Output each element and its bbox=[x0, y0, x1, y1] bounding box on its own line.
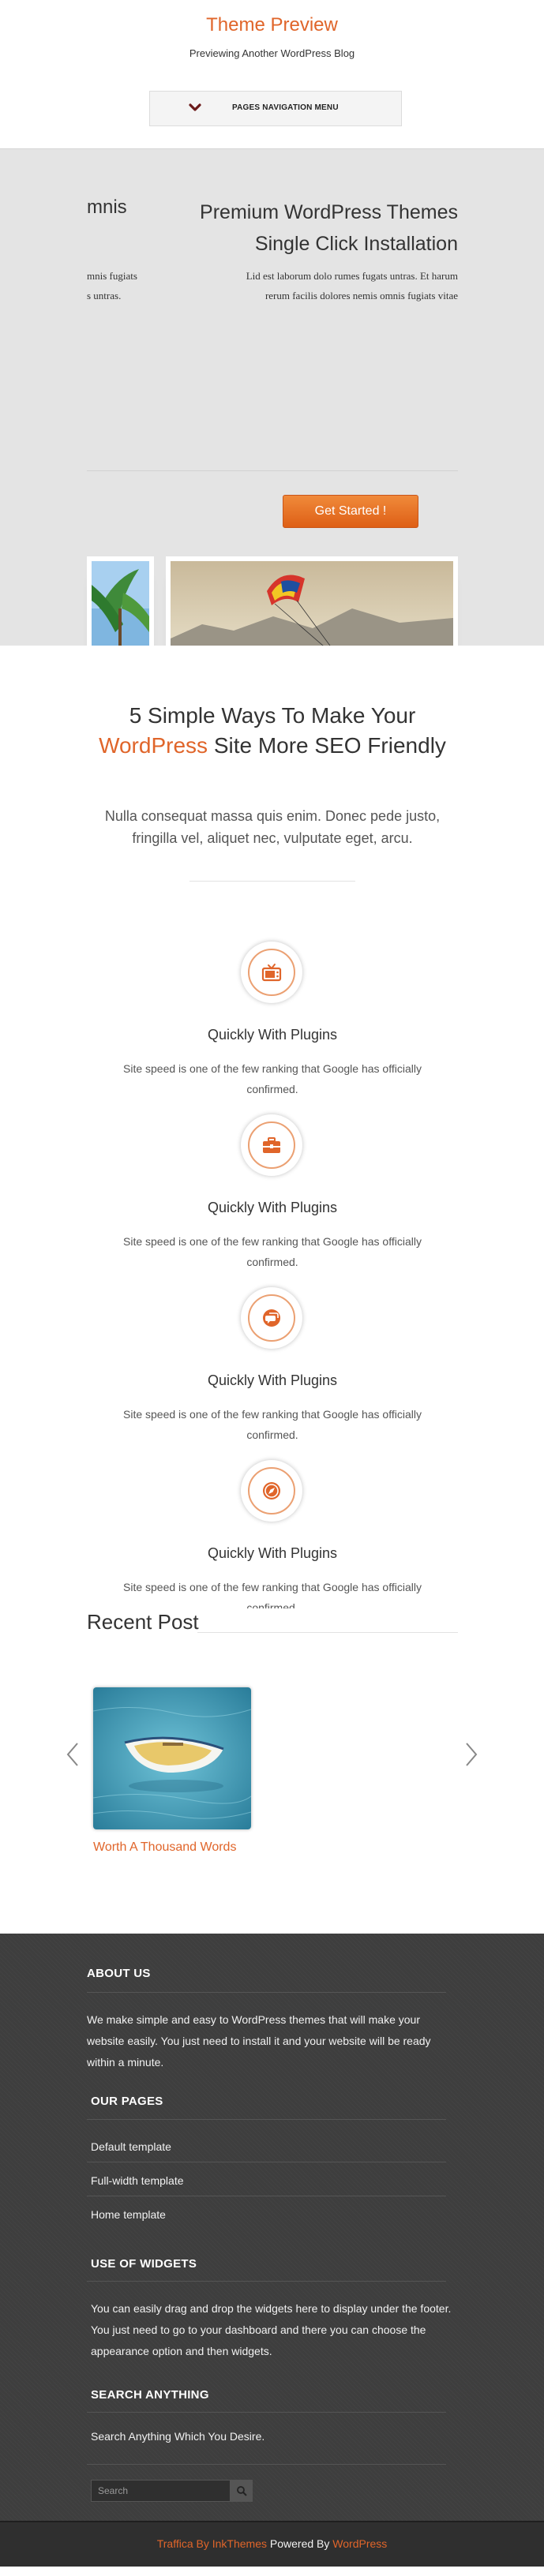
page-link-home-template[interactable]: Home template bbox=[91, 2208, 166, 2221]
features-title: 5 Simple Ways To Make Your WordPress Sit… bbox=[87, 701, 458, 761]
prev-slide-line: s untras. bbox=[87, 290, 122, 301]
get-started-button[interactable]: Get Started ! bbox=[283, 495, 418, 528]
site-footer: ABOUT US We make simple and easy to Word… bbox=[0, 1934, 544, 2521]
slide-photo bbox=[166, 556, 458, 646]
slide-title: Premium WordPress Themes Single Click In… bbox=[174, 197, 458, 260]
prev-slide-title: mnis bbox=[87, 197, 127, 218]
theme-credit-link[interactable]: Traffica By InkThemes bbox=[157, 2537, 267, 2550]
slide-description: Lid est laborum dolo rumes fugats untras… bbox=[158, 266, 458, 305]
footer-divider bbox=[87, 2119, 446, 2120]
recent-post-title: Recent Post bbox=[87, 1610, 199, 1634]
search-heading: SEARCH ANYTHING bbox=[91, 2388, 209, 2402]
feature-text: Site speed is one of the few ranking tha… bbox=[123, 1235, 422, 1268]
site-title[interactable]: Theme Preview bbox=[0, 14, 544, 36]
feature-icon-circle bbox=[241, 942, 302, 1003]
features-title-end: Site More SEO Friendly bbox=[213, 733, 446, 758]
feature-title: Quickly With Plugins bbox=[207, 1200, 338, 1215]
slide-desc-line: rerum facilis dolores nemis omnis fugiat… bbox=[264, 290, 458, 301]
features-title-start: 5 Simple Ways To Make Your bbox=[129, 703, 416, 728]
about-text: We make simple and easy to WordPress the… bbox=[87, 2013, 431, 2069]
search-input[interactable]: Search bbox=[91, 2480, 231, 2502]
feature-title: Quickly With Plugins bbox=[207, 1027, 338, 1043]
footer-divider bbox=[87, 2464, 446, 2465]
search-button[interactable] bbox=[231, 2480, 253, 2502]
about-heading: ABOUT US bbox=[87, 1967, 151, 1980]
feature-icon-circle bbox=[241, 1460, 302, 1522]
carousel-prev-icon[interactable] bbox=[65, 1741, 81, 1768]
carousel-next-icon[interactable] bbox=[463, 1741, 479, 1768]
nav-menu-label: PAGES NAVIGATION MENU bbox=[232, 103, 339, 112]
site-tagline: Previewing Another WordPress Blog bbox=[189, 47, 355, 59]
feature-title: Quickly With Plugins bbox=[207, 1372, 338, 1388]
search-text: Search Anything Which You Desire. bbox=[91, 2430, 265, 2443]
footer-divider bbox=[87, 1992, 446, 1993]
slide-title-line: Single Click Installation bbox=[254, 233, 458, 255]
prev-slide-line: mnis fugiats bbox=[87, 270, 137, 282]
chat-icon bbox=[263, 1309, 280, 1327]
powered-by-text: Powered By bbox=[269, 2537, 330, 2550]
recent-post-divider bbox=[197, 1632, 458, 1633]
feature-icon-circle bbox=[241, 1114, 302, 1176]
prev-slide-desc: mnis fugiats s untras. bbox=[87, 266, 137, 305]
hero-slider: mnis mnis fugiats s untras. Premium Word… bbox=[0, 148, 544, 646]
slide-desc-line: Lid est laborum dolo rumes fugats untras… bbox=[246, 270, 458, 282]
feature-text: Site speed is one of the few ranking tha… bbox=[123, 1062, 422, 1095]
features-title-accent: WordPress bbox=[99, 733, 208, 758]
widgets-heading: USE OF WIDGETS bbox=[91, 2257, 197, 2271]
page-link-default-template[interactable]: Default template bbox=[91, 2140, 171, 2153]
briefcase-icon bbox=[263, 1137, 280, 1153]
hero-divider bbox=[87, 470, 458, 471]
footer-divider bbox=[87, 2281, 446, 2282]
page-link-full-width-template[interactable]: Full-width template bbox=[91, 2174, 184, 2187]
recent-post-section: Recent Post Worth A Thousand Words bbox=[0, 1608, 544, 1934]
prev-slide-photo bbox=[87, 556, 154, 646]
wordpress-link[interactable]: WordPress bbox=[332, 2537, 387, 2550]
site-header: Theme Preview Previewing Another WordPre… bbox=[0, 0, 544, 148]
search-icon bbox=[237, 2486, 247, 2496]
post-title-link[interactable]: Worth A Thousand Words bbox=[93, 1840, 236, 1855]
pages-heading: OUR PAGES bbox=[91, 2095, 163, 2108]
parasailing-image bbox=[171, 561, 453, 646]
compass-icon bbox=[263, 1482, 280, 1500]
features-subtitle: Nulla consequat massa quis enim. Donec p… bbox=[104, 808, 441, 846]
feature-text: Site speed is one of the few ranking tha… bbox=[123, 1408, 422, 1441]
features-section: 5 Simple Ways To Make Your WordPress Sit… bbox=[0, 646, 544, 1614]
feature-title: Quickly With Plugins bbox=[207, 1545, 338, 1561]
chevron-down-icon bbox=[189, 103, 201, 111]
features-divider bbox=[189, 881, 355, 882]
footer-credits: Traffica By InkThemes Powered By WordPre… bbox=[0, 2521, 544, 2567]
resort-image bbox=[92, 561, 149, 646]
footer-divider bbox=[87, 2412, 446, 2413]
tv-icon bbox=[261, 964, 282, 982]
boat-image bbox=[93, 1687, 251, 1829]
widgets-text: You can easily drag and drop the widgets… bbox=[91, 2302, 452, 2357]
post-thumbnail[interactable] bbox=[93, 1687, 251, 1829]
slide-title-line: Premium WordPress Themes bbox=[200, 201, 458, 223]
pages-navigation-menu[interactable]: PAGES NAVIGATION MENU bbox=[149, 91, 402, 126]
feature-icon-circle bbox=[241, 1287, 302, 1349]
